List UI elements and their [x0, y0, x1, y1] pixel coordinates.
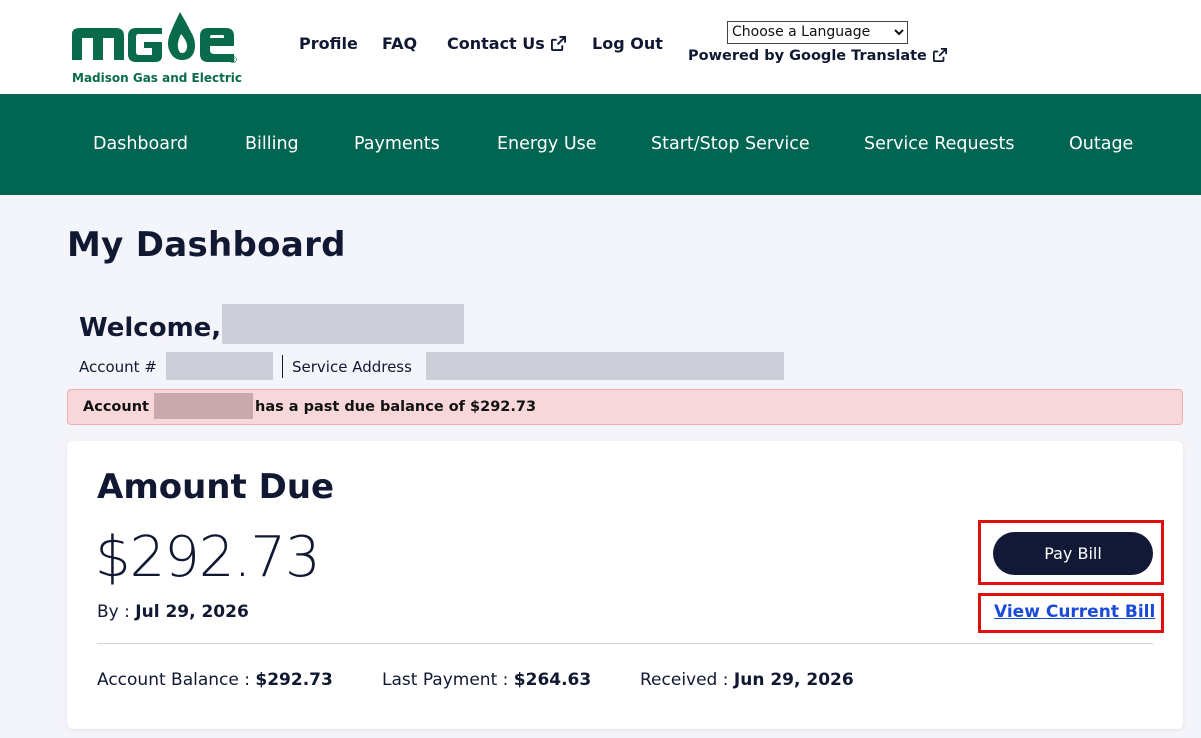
nav-payments[interactable]: Payments	[354, 134, 440, 154]
logo-mark-icon	[72, 12, 234, 62]
due-date-label: By :	[97, 602, 130, 622]
external-link-icon	[550, 36, 566, 51]
logo-tagline: Madison Gas and Electric	[72, 71, 242, 85]
contact-us-label: Contact Us	[447, 34, 545, 53]
last-payment: Last Payment : $264.63	[382, 670, 591, 690]
mge-logo[interactable]: ® Madison Gas and Electric	[70, 8, 242, 88]
nav-service-requests[interactable]: Service Requests	[864, 134, 1014, 154]
log-out-link[interactable]: Log Out	[592, 34, 663, 53]
nav-dashboard[interactable]: Dashboard	[93, 134, 188, 154]
google-translate-label: Powered by Google Translate	[688, 48, 927, 64]
past-due-alert: Account has a past due balance of $292.7…	[67, 389, 1183, 425]
alert-prefix: Account	[83, 399, 149, 415]
redacted-service-address	[426, 352, 784, 380]
nav-billing[interactable]: Billing	[245, 134, 299, 154]
page-title: My Dashboard	[67, 225, 346, 265]
received-label: Received :	[640, 670, 729, 690]
external-link-icon	[932, 48, 947, 62]
google-translate-link[interactable]: Powered by Google Translate	[688, 48, 947, 64]
redacted-account-number	[166, 352, 273, 380]
nav-start-stop-service[interactable]: Start/Stop Service	[651, 134, 810, 154]
account-number-label: Account #	[79, 358, 157, 376]
account-balance: Account Balance : $292.73	[97, 670, 333, 690]
registered-mark: ®	[228, 55, 238, 66]
amount-due-card: Amount Due $292.73 By : Jul 29, 2026 Acc…	[67, 441, 1183, 729]
due-date-value: Jul 29, 2026	[135, 602, 249, 622]
welcome-heading: Welcome,	[79, 313, 222, 343]
faq-link[interactable]: FAQ	[382, 34, 417, 53]
language-select[interactable]: Choose a Language	[727, 21, 908, 44]
account-balance-label: Account Balance :	[97, 670, 250, 690]
profile-link[interactable]: Profile	[299, 34, 358, 53]
contact-us-link[interactable]: Contact Us	[447, 34, 566, 53]
alert-message: has a past due balance of $292.73	[255, 399, 537, 415]
amount-due-value: $292.73	[95, 525, 321, 590]
nav-energy-use[interactable]: Energy Use	[497, 134, 597, 154]
view-current-bill-link[interactable]: View Current Bill	[994, 602, 1155, 622]
pay-bill-button[interactable]: Pay Bill	[993, 532, 1153, 575]
amount-due-title: Amount Due	[97, 467, 335, 507]
last-payment-value: $264.63	[513, 670, 592, 690]
chevron-down-icon	[894, 29, 904, 36]
language-select-value: Choose a Language	[732, 24, 871, 40]
main-nav: Dashboard Billing Payments Energy Use St…	[0, 94, 1201, 195]
redacted-alert-account	[154, 393, 253, 419]
top-header: ® Madison Gas and Electric Profile FAQ C…	[0, 0, 1201, 94]
card-divider	[97, 643, 1153, 644]
received: Received : Jun 29, 2026	[640, 670, 854, 690]
last-payment-label: Last Payment :	[382, 670, 509, 690]
redacted-name	[222, 304, 464, 344]
divider	[282, 355, 283, 378]
account-balance-value: $292.73	[255, 670, 333, 690]
nav-outage[interactable]: Outage	[1069, 134, 1133, 154]
service-address-label: Service Address	[292, 358, 412, 376]
received-value: Jun 29, 2026	[733, 670, 854, 690]
due-date-line: By : Jul 29, 2026	[97, 602, 249, 622]
